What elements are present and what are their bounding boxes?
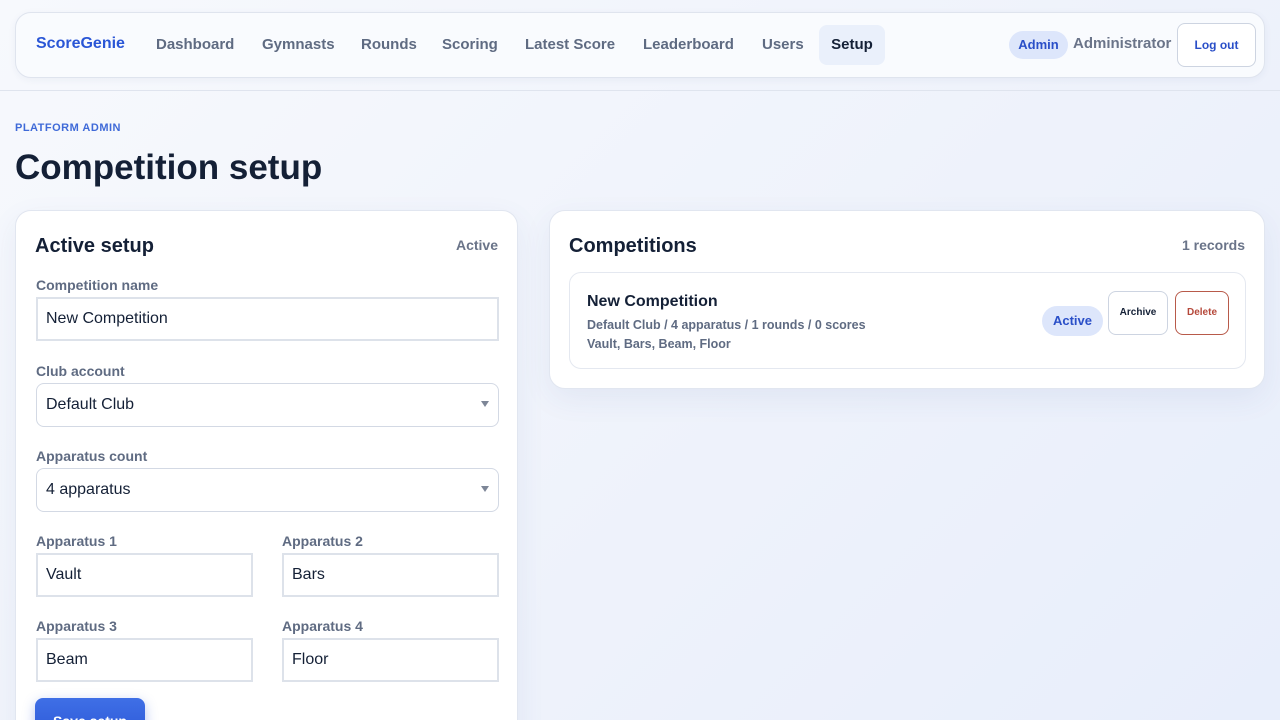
competition-name-label: Competition name [36,277,159,293]
apparatus-3-label: Apparatus 3 [36,618,117,634]
apparatus-4-input[interactable] [282,638,499,682]
apparatus-3-input[interactable] [36,638,253,682]
nav-link-latest-score[interactable]: Latest Score [513,25,627,65]
competition-name: New Competition [587,293,718,310]
nav-link-gymnasts[interactable]: Gymnasts [250,25,347,65]
active-setup-title: Active setup [35,235,154,257]
role-badge: Admin [1009,31,1068,59]
apparatus-1-label: Apparatus 1 [36,533,117,549]
apparatus-4-label: Apparatus 4 [282,618,363,634]
apparatus-2-label: Apparatus 2 [282,533,363,549]
competition-status-badge: Active [1042,306,1103,336]
nav-link-leaderboard[interactable]: Leaderboard [631,25,746,65]
club-account-value: Default Club [46,396,135,413]
competitions-card: Competitions 1 records New Competition D… [549,210,1265,389]
apparatus-1-input[interactable] [36,553,253,597]
main-nav: ScoreGenie Dashboard Gymnasts Rounds Sco… [15,12,1265,78]
save-setup-button[interactable]: Save setup [35,698,145,720]
competition-name-input[interactable] [36,297,499,341]
chevron-down-icon [481,486,489,492]
page-title: Competition setup [15,148,323,187]
competition-apparatus-list: Vault, Bars, Beam, Floor [587,337,731,351]
competitions-title: Competitions [569,235,697,257]
delete-button[interactable]: Delete [1175,291,1229,335]
chevron-down-icon [481,401,489,407]
nav-link-setup[interactable]: Setup [819,25,885,65]
nav-link-users[interactable]: Users [750,25,816,65]
nav-link-dashboard[interactable]: Dashboard [144,25,246,65]
apparatus-count-value: 4 apparatus [46,481,131,498]
page-eyebrow: PLATFORM ADMIN [15,122,121,134]
logout-button[interactable]: Log out [1177,23,1256,67]
archive-button[interactable]: Archive [1108,291,1168,335]
active-setup-status: Active [455,237,498,253]
nav-link-scoring[interactable]: Scoring [430,25,510,65]
competition-summary: Default Club / 4 apparatus / 1 rounds / … [587,318,866,332]
club-account-label: Club account [36,363,125,379]
club-account-select[interactable]: Default Club [36,383,499,427]
nav-link-rounds[interactable]: Rounds [349,25,429,65]
brand-logo[interactable]: ScoreGenie [36,35,125,53]
apparatus-count-label: Apparatus count [36,448,148,464]
apparatus-count-select[interactable]: 4 apparatus [36,468,499,512]
active-setup-card: Active setup Active Competition name Clu… [15,210,518,720]
competitions-count: 1 records [1181,237,1245,253]
apparatus-2-input[interactable] [282,553,499,597]
user-name: Administrator [1073,35,1172,52]
competition-row: New Competition Default Club / 4 apparat… [569,272,1246,369]
top-bar: ScoreGenie Dashboard Gymnasts Rounds Sco… [0,0,1280,91]
